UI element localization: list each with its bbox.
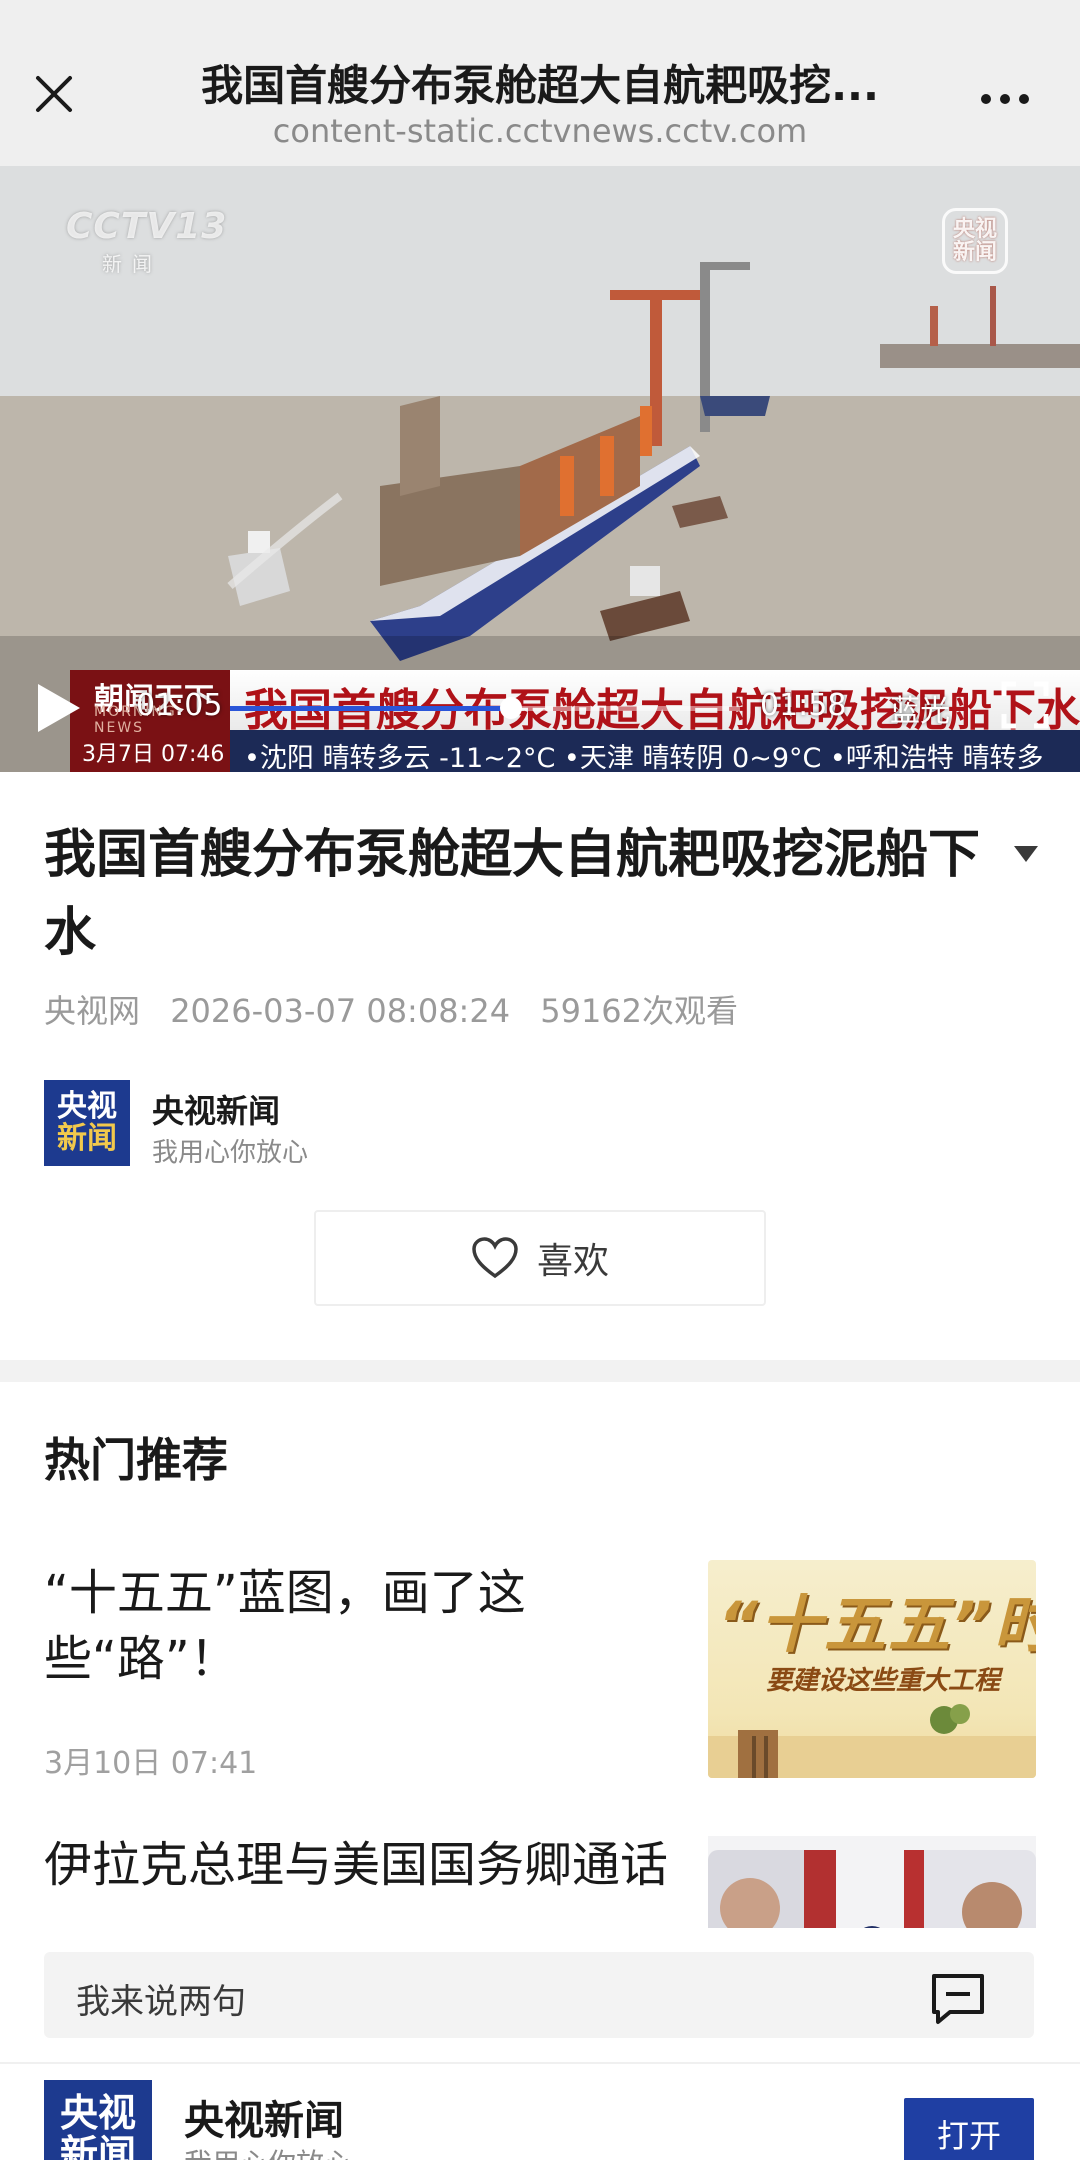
cctv-news-badge: 央视 新闻 — [942, 208, 1008, 274]
open-app-button[interactable]: 打开 — [904, 2098, 1034, 2160]
top-nav-bar: 我国首艘分布泵舱超大自航耙吸挖... content-static.cctvne… — [0, 0, 1080, 166]
account-avatar[interactable]: 央视 新闻 — [44, 1080, 130, 1166]
progress-fill — [230, 706, 511, 711]
close-icon — [36, 76, 72, 112]
section-divider — [0, 1360, 1080, 1382]
account-slogan: 我用心你放心 — [152, 1138, 309, 1168]
video-player[interactable]: CCTV13 新闻 央视 新闻 朝闻天下 MORNING NEWS 3月7日 0… — [0, 166, 1080, 772]
total-time: 01:58 — [760, 688, 847, 723]
more-options-button[interactable] — [970, 74, 1040, 124]
account-slogan: 我用心你放心 — [184, 2142, 352, 2160]
recommendation-thumbnail[interactable]: “十五五”时期 要建设这些重大工程 — [708, 1560, 1036, 1778]
close-button[interactable] — [22, 62, 86, 126]
current-time: 01:05 — [136, 688, 223, 723]
like-button[interactable]: 喜欢 — [314, 1210, 766, 1306]
like-label: 喜欢 — [536, 1241, 609, 1282]
article-title: 我国首艘分布泵舱超大自航耙吸挖泥船下水 — [44, 825, 981, 963]
article-source: 央视网 — [44, 992, 141, 1030]
more-dot-icon — [1019, 94, 1029, 104]
fullscreen-icon[interactable] — [1000, 680, 1050, 730]
recommendation-time: 3月10日 07:41 — [44, 1746, 258, 1781]
channel-logo: CCTV13 新闻 — [66, 206, 228, 276]
progress-handle[interactable] — [499, 697, 522, 719]
account-avatar[interactable]: 央视 新闻 — [44, 2080, 152, 2160]
more-dot-icon — [1000, 94, 1010, 104]
play-icon[interactable] — [34, 680, 84, 736]
account-name[interactable]: 央视新闻 — [184, 2088, 344, 2146]
comment-input[interactable]: 我来说两句 — [44, 1952, 1034, 2038]
section-heading: 热门推荐 — [44, 1433, 228, 1487]
headline-strip: 我国首艘分布泵舱超大自航耙吸挖泥船下水 — [230, 670, 1080, 736]
article-meta: 央视网 2026-03-07 08:08:24 59162次观看 — [44, 986, 758, 1032]
page-title: 我国首艘分布泵舱超大自航耙吸挖... — [201, 61, 879, 110]
comment-icon[interactable] — [930, 1972, 986, 2026]
quality-button[interactable]: 蓝光 — [890, 686, 950, 730]
recommendation-title[interactable]: “十五五”蓝图，画了这些“路”！ — [44, 1560, 644, 1692]
page-url: content-static.cctvnews.cctv.com — [272, 112, 808, 150]
bottom-panel: 我来说两句 央视 新闻 央视新闻 我用心你放心 打开 — [0, 1928, 1080, 2160]
heart-icon — [472, 1237, 518, 1279]
article-datetime: 2026-03-07 08:08:24 — [170, 992, 511, 1030]
recommendation-title[interactable]: 伊拉克总理与美国国务卿通话 — [44, 1832, 684, 1898]
divider — [0, 2062, 1080, 2064]
weather-ticker: •沈阳 晴转多云 -11~2°C •天津 晴转阴 0~9°C •呼和浩特 晴转多 — [230, 730, 1080, 772]
account-name[interactable]: 央视新闻 — [152, 1086, 280, 1132]
progress-bar[interactable] — [230, 697, 740, 719]
view-count: 59162次观看 — [540, 992, 739, 1030]
more-dot-icon — [981, 94, 991, 104]
account-info[interactable]: 央视 新闻 央视新闻 我用心你放心 — [44, 1080, 1044, 1170]
thumbnail-illustration — [708, 1704, 1036, 1778]
chevron-down-icon[interactable] — [1010, 840, 1042, 868]
